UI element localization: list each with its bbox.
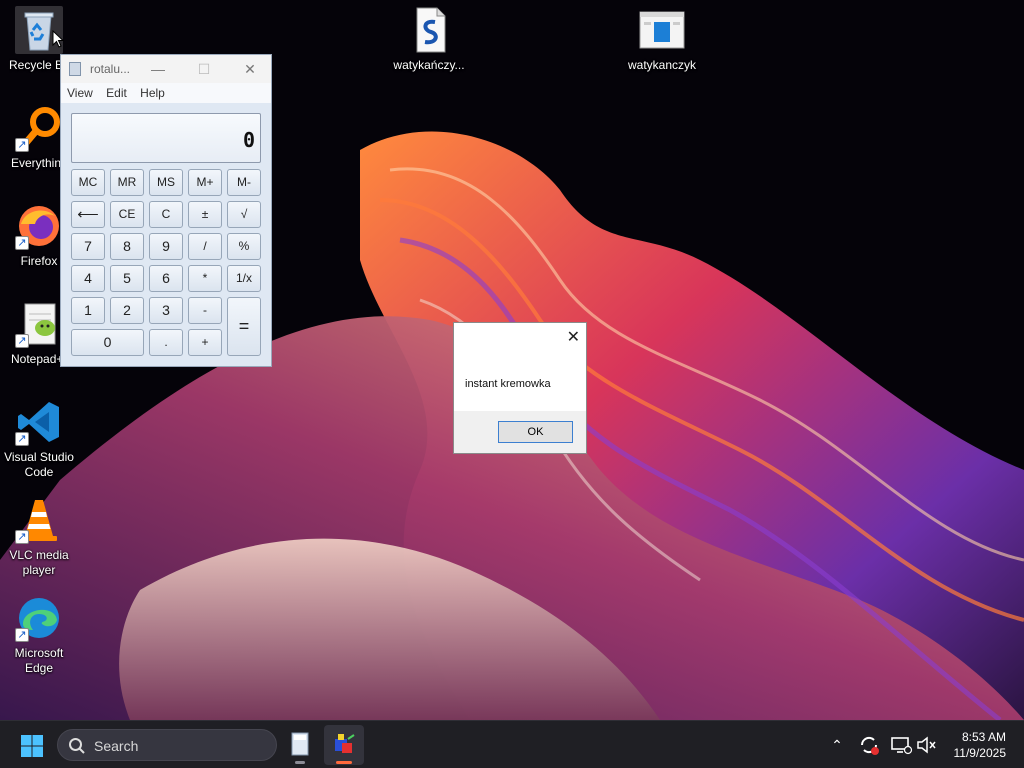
- desktop-icon-label: Microsoft Edge: [14, 646, 64, 675]
- search-icon: [69, 738, 85, 754]
- clear-button[interactable]: C: [149, 201, 183, 228]
- clock-date: 11/9/2025: [953, 746, 1007, 760]
- digit-9-button[interactable]: 9: [149, 233, 183, 260]
- digit-1-button[interactable]: 1: [71, 297, 105, 324]
- running-indicator: [336, 761, 352, 764]
- digit-8-button[interactable]: 8: [110, 233, 144, 260]
- close-icon[interactable]: ✕: [567, 327, 580, 347]
- ce-button[interactable]: CE: [110, 201, 144, 228]
- calculator-window: rotalu... — ☐ ✕ View Edit Help 0 MC MR M…: [60, 54, 272, 367]
- colorful-app-icon: [335, 734, 355, 753]
- vlc-icon: ↗: [15, 496, 63, 544]
- window-title: rotalu...: [90, 62, 131, 76]
- start-windows-icon[interactable]: [20, 734, 44, 758]
- desktop-icon-vscode[interactable]: ↗ Visual Studio Code: [1, 398, 77, 480]
- digit-6-button[interactable]: 6: [149, 265, 183, 292]
- edge-icon: ↗: [15, 594, 63, 642]
- shortcut-arrow-icon: ↗: [15, 138, 29, 152]
- mc-button[interactable]: MC: [71, 169, 105, 196]
- chevron-up-icon[interactable]: ⌃: [825, 733, 849, 757]
- running-indicator: [295, 761, 305, 764]
- taskbar: Search ⌃ 8:53 AM 11/9/2025: [0, 720, 1024, 768]
- m-minus-button[interactable]: M-: [227, 169, 261, 196]
- system-clock[interactable]: 8:53 AM 11/9/2025: [954, 729, 1007, 761]
- sqrt-button[interactable]: √: [227, 201, 261, 228]
- m-plus-button[interactable]: M+: [188, 169, 222, 196]
- calculator-app-icon: [69, 62, 81, 76]
- mr-button[interactable]: MR: [110, 169, 144, 196]
- decimal-button[interactable]: .: [149, 329, 183, 356]
- digit-0-button[interactable]: 0: [71, 329, 144, 356]
- digit-3-button[interactable]: 3: [149, 297, 183, 324]
- digit-2-button[interactable]: 2: [110, 297, 144, 324]
- multiply-button[interactable]: *: [188, 265, 222, 292]
- desktop-icon-label: Notepad++: [11, 352, 65, 366]
- shortcut-arrow-icon: ↗: [15, 432, 29, 446]
- desktop-icon-watykanczy-script[interactable]: watykańczy...: [391, 6, 467, 73]
- firefox-icon: ↗: [15, 202, 63, 250]
- desktop-icon-vlc[interactable]: ↗ VLC media player: [1, 496, 77, 578]
- close-icon[interactable]: ✕: [237, 58, 263, 80]
- reciprocal-button[interactable]: 1/x: [227, 265, 261, 292]
- shortcut-arrow-icon: ↗: [15, 236, 29, 250]
- desktop-icon-edge[interactable]: ↗ Microsoft Edge: [1, 594, 77, 676]
- desktop-icon-watykanczyk[interactable]: watykanczyk: [624, 6, 700, 73]
- maximize-icon[interactable]: ☐: [191, 58, 217, 80]
- ok-button[interactable]: OK: [498, 421, 573, 443]
- percent-button[interactable]: %: [227, 233, 261, 260]
- desktop-icon-label: Everything: [11, 156, 67, 170]
- shortcut-arrow-icon: ↗: [15, 334, 29, 348]
- plus-minus-button[interactable]: ±: [188, 201, 222, 228]
- menu-help[interactable]: Help: [140, 83, 165, 103]
- menu-view[interactable]: View: [67, 83, 93, 103]
- window-app-icon: [638, 6, 686, 54]
- subtract-button[interactable]: -: [188, 297, 222, 324]
- taskbar-calculator-app[interactable]: [280, 725, 320, 765]
- script-file-icon: [405, 6, 453, 54]
- network-icon[interactable]: [889, 733, 913, 757]
- digit-7-button[interactable]: 7: [71, 233, 105, 260]
- taskbar-search-box[interactable]: Search: [57, 729, 277, 761]
- ms-button[interactable]: MS: [149, 169, 183, 196]
- calculator-display: 0: [71, 113, 261, 163]
- everything-search-icon: ↗: [15, 104, 63, 152]
- minimize-icon[interactable]: —: [145, 58, 171, 80]
- backspace-button[interactable]: ⟵: [71, 201, 105, 228]
- calculator-titlebar[interactable]: rotalu... — ☐ ✕: [61, 55, 271, 83]
- clock-time: 8:53 AM: [961, 730, 1006, 744]
- notepad-plus-plus-icon: ↗: [15, 300, 63, 348]
- shortcut-arrow-icon: ↗: [15, 628, 29, 642]
- digit-4-button[interactable]: 4: [71, 265, 105, 292]
- shortcut-arrow-icon: ↗: [15, 530, 29, 544]
- vscode-icon: ↗: [15, 398, 63, 446]
- mouse-cursor-icon: [52, 30, 64, 48]
- desktop-icon-label: VLC media player: [9, 548, 69, 577]
- message-text: instant kremowka: [465, 378, 551, 390]
- calculator-app-icon: [291, 732, 309, 756]
- digit-5-button[interactable]: 5: [110, 265, 144, 292]
- volume-muted-icon[interactable]: [914, 733, 938, 757]
- add-button[interactable]: +: [188, 329, 222, 356]
- desktop-icon-label: watykańczy...: [393, 58, 465, 72]
- divide-button[interactable]: /: [188, 233, 222, 260]
- equals-button[interactable]: =: [227, 297, 261, 356]
- desktop-icon-label: watykanczyk: [627, 58, 697, 72]
- sync-alert-icon[interactable]: [857, 733, 881, 757]
- search-label: Search: [94, 738, 139, 754]
- calculator-menubar: View Edit Help: [61, 83, 271, 103]
- taskbar-active-app[interactable]: [324, 725, 364, 765]
- message-box-dialog: ✕ instant kremowka OK: [453, 322, 587, 454]
- menu-edit[interactable]: Edit: [106, 83, 127, 103]
- desktop-icon-label: Visual Studio Code: [4, 450, 74, 479]
- dialog-footer: OK: [454, 411, 586, 453]
- desktop-icon-label: Recycle Bin: [9, 58, 61, 72]
